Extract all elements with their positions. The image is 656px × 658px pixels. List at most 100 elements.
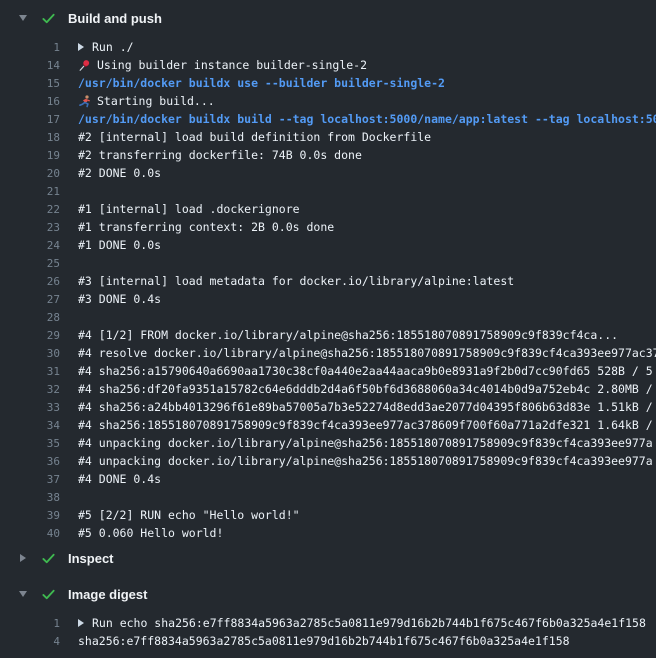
line-number[interactable]: 24 <box>0 239 60 252</box>
line-text: #4 [1/2] FROM docker.io/library/alpine@s… <box>78 328 656 342</box>
log-line: 22 #1 [internal] load .dockerignore <box>0 200 656 218</box>
chevron-right-icon[interactable] <box>78 43 84 51</box>
line-content: #5 0.060 Hello world! <box>78 526 223 540</box>
line-content: #1 transferring context: 2B 0.0s done <box>78 220 334 234</box>
line-content: #4 resolve docker.io/library/alpine@sha2… <box>78 346 656 360</box>
log-block-image-digest: 1 Run echo sha256:e7ff8834a5963a2785c5a08… <box>0 606 656 654</box>
line-number[interactable]: 25 <box>0 257 60 270</box>
line-number[interactable]: 17 <box>0 113 60 126</box>
line-number[interactable]: 37 <box>0 473 60 486</box>
log-line: 34 #4 sha256:185518070891758909c9f839cf4c… <box>0 416 656 434</box>
line-text: #4 unpacking docker.io/library/alpine@sh… <box>78 436 656 450</box>
line-number[interactable]: 39 <box>0 509 60 522</box>
chevron-right-icon[interactable] <box>18 554 28 562</box>
step-section-inspect: Inspect <box>0 546 656 570</box>
line-text: #4 resolve docker.io/library/alpine@sha2… <box>78 346 656 360</box>
line-content: /usr/bin/docker buildx build --tag local… <box>78 112 656 126</box>
line-text: #1 DONE 0.0s <box>78 238 656 252</box>
line-number[interactable]: 23 <box>0 221 60 234</box>
chevron-right-icon[interactable] <box>78 619 84 627</box>
line-content: #4 unpacking docker.io/library/alpine@sh… <box>78 454 653 468</box>
line-number[interactable]: 28 <box>0 311 60 324</box>
line-number[interactable]: 14 <box>0 59 60 72</box>
line-number[interactable]: 38 <box>0 491 60 504</box>
line-content: #2 transferring dockerfile: 74B 0.0s don… <box>78 148 362 162</box>
line-number[interactable]: 1 <box>0 617 60 630</box>
line-number[interactable]: 35 <box>0 437 60 450</box>
line-number[interactable]: 32 <box>0 383 60 396</box>
line-number[interactable]: 33 <box>0 401 60 414</box>
line-number[interactable]: 22 <box>0 203 60 216</box>
step-section-image-digest: Image digest 1 Run echo sha256:e7ff8834a59… <box>0 582 656 654</box>
line-number[interactable]: 31 <box>0 365 60 378</box>
workflow-log-viewer: Build and push 1 Run ./ 14Using builder ins… <box>0 0 656 654</box>
line-number[interactable]: 15 <box>0 77 60 90</box>
log-line: 14Using builder instance builder-single-… <box>0 56 656 74</box>
line-content: #4 sha256:df20fa9351a15782c64e6dddb2d4a6… <box>78 382 653 396</box>
line-text: #3 DONE 0.4s <box>78 292 656 306</box>
log-line: 32 #4 sha256:df20fa9351a15782c64e6dddb2d4… <box>0 380 656 398</box>
step-header-image-digest[interactable]: Image digest <box>0 582 656 606</box>
check-success-icon <box>41 587 56 602</box>
line-number[interactable]: 36 <box>0 455 60 468</box>
line-number[interactable]: 27 <box>0 293 60 306</box>
runner-icon <box>78 95 91 108</box>
line-content: #2 DONE 0.0s <box>78 166 161 180</box>
line-content: #1 DONE 0.0s <box>78 238 161 252</box>
line-text: #1 [internal] load .dockerignore <box>78 202 656 216</box>
line-content: #4 DONE 0.4s <box>78 472 161 486</box>
log-line: 18 #2 [internal] load build definition fr… <box>0 128 656 146</box>
line-content: Run ./ <box>92 40 134 54</box>
log-block-build-and-push: 1 Run ./ 14Using builder instance builder-… <box>0 30 656 546</box>
line-number[interactable]: 26 <box>0 275 60 288</box>
line-content: Run echo sha256:e7ff8834a5963a2785c5a081… <box>92 616 646 630</box>
log-line: 38 <box>0 488 656 506</box>
line-text: #5 [2/2] RUN echo "Hello world!" <box>78 508 656 522</box>
line-text: #3 [internal] load metadata for docker.i… <box>78 274 656 288</box>
log-line: 31 #4 sha256:a15790640a6690aa1730c38cf0a4… <box>0 362 656 380</box>
line-text: #4 sha256:df20fa9351a15782c64e6dddb2d4a6… <box>78 382 656 396</box>
log-line: 1 Run echo sha256:e7ff8834a5963a2785c5a08… <box>0 614 656 632</box>
check-success-icon <box>41 551 56 566</box>
line-text: #4 DONE 0.4s <box>78 472 656 486</box>
line-text: #4 sha256:a15790640a6690aa1730c38cf0a440… <box>78 364 656 378</box>
line-number[interactable]: 19 <box>0 149 60 162</box>
chevron-down-icon[interactable] <box>18 591 28 597</box>
line-number[interactable]: 21 <box>0 185 60 198</box>
log-line: 15/usr/bin/docker buildx use --builder b… <box>0 74 656 92</box>
line-number[interactable]: 1 <box>0 41 60 54</box>
line-number[interactable]: 30 <box>0 347 60 360</box>
log-line: 36 #4 unpacking docker.io/library/alpine@… <box>0 452 656 470</box>
check-success-icon <box>41 11 56 26</box>
line-text: sha256:e7ff8834a5963a2785c5a0811e979d16b… <box>78 634 656 648</box>
line-text: #4 sha256:a24bb4013296f61e89ba57005a7b3e… <box>78 400 656 414</box>
chevron-down-icon[interactable] <box>18 15 28 21</box>
line-number[interactable]: 4 <box>0 635 60 648</box>
line-content: #3 [internal] load metadata for docker.i… <box>78 274 514 288</box>
step-header-inspect[interactable]: Inspect <box>0 546 656 570</box>
log-line: 27 #3 DONE 0.4s <box>0 290 656 308</box>
line-number[interactable]: 16 <box>0 95 60 108</box>
line-number[interactable]: 20 <box>0 167 60 180</box>
line-text: #2 transferring dockerfile: 74B 0.0s don… <box>78 148 656 162</box>
line-number[interactable]: 40 <box>0 527 60 540</box>
line-text: #2 DONE 0.0s <box>78 166 656 180</box>
step-header-build-and-push[interactable]: Build and push <box>0 6 656 30</box>
line-content: #3 DONE 0.4s <box>78 292 161 306</box>
line-text: #4 sha256:185518070891758909c9f839cf4ca3… <box>78 418 656 432</box>
line-number[interactable]: 18 <box>0 131 60 144</box>
step-title: Inspect <box>68 551 114 566</box>
log-line: 4 sha256:e7ff8834a5963a2785c5a0811e979d16… <box>0 632 656 650</box>
line-number[interactable]: 29 <box>0 329 60 342</box>
log-line: 29 #4 [1/2] FROM docker.io/library/alpine… <box>0 326 656 344</box>
log-line: 40 #5 0.060 Hello world! <box>0 524 656 542</box>
line-content: #4 [1/2] FROM docker.io/library/alpine@s… <box>78 328 618 342</box>
line-content: #4 sha256:a15790640a6690aa1730c38cf0a440… <box>78 364 653 378</box>
log-line: 33 #4 sha256:a24bb4013296f61e89ba57005a7b… <box>0 398 656 416</box>
log-line: 24 #1 DONE 0.0s <box>0 236 656 254</box>
line-content: #2 [internal] load build definition from… <box>78 130 431 144</box>
line-number[interactable]: 34 <box>0 419 60 432</box>
step-section-build-and-push: Build and push 1 Run ./ 14Using builder ins… <box>0 6 656 546</box>
line-text: #1 transferring context: 2B 0.0s done <box>78 220 656 234</box>
line-content: #5 [2/2] RUN echo "Hello world!" <box>78 508 300 522</box>
